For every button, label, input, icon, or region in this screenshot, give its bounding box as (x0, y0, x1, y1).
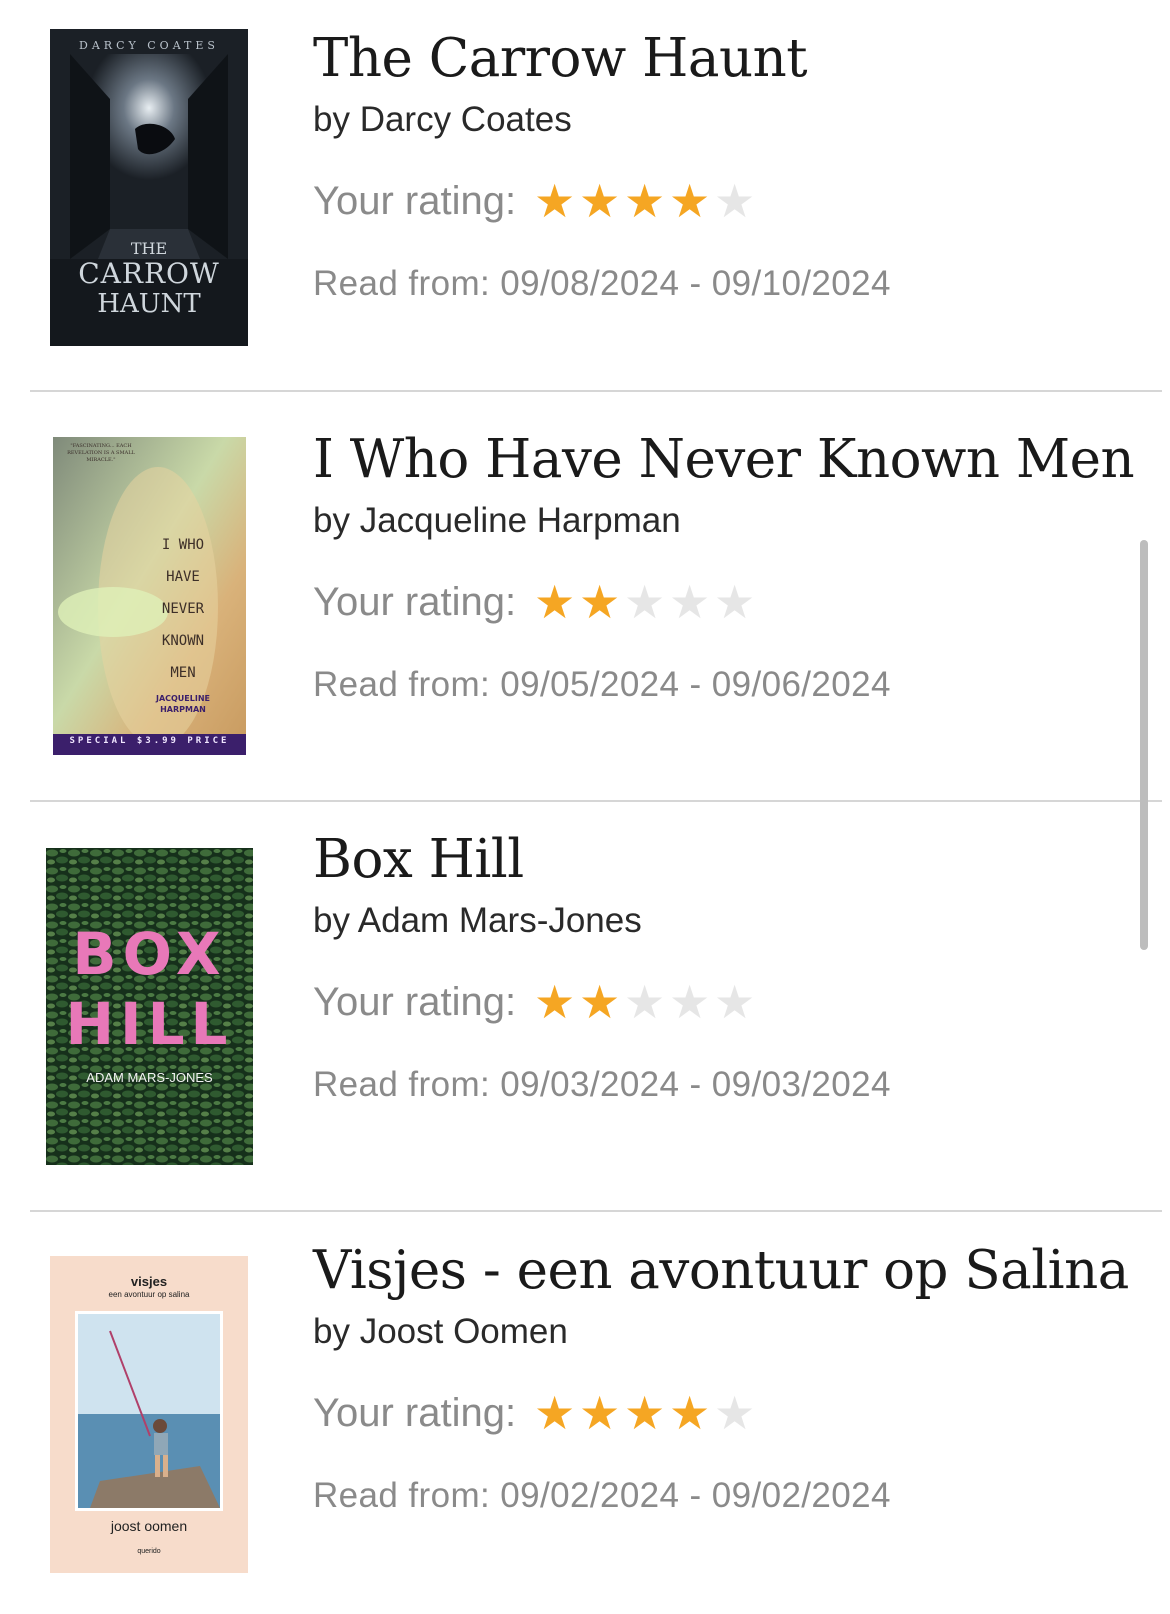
star-rating[interactable]: ★ ★ ★ ★ ★ (532, 1390, 757, 1436)
star-empty-icon[interactable]: ★ (667, 579, 712, 625)
star-empty-icon[interactable]: ★ (712, 579, 757, 625)
star-empty-icon[interactable]: ★ (622, 579, 667, 625)
cover-author: ADAM MARS-JONES (86, 1070, 213, 1085)
cover-word: NEVER (161, 601, 205, 617)
book-cover-visjes[interactable]: visjes een avontuur op salina joost oome… (50, 1256, 248, 1573)
cover-title-line1: BOX (72, 920, 227, 988)
star-empty-icon[interactable]: ★ (622, 979, 667, 1025)
rating-row: Your rating: ★ ★ ★ ★ ★ (313, 178, 757, 224)
book-author[interactable]: by Darcy Coates (313, 100, 572, 140)
scrollbar[interactable] (1140, 540, 1148, 950)
book-row[interactable]: "FASCINATING... EACH REVELATION IS A SMA… (0, 392, 1170, 800)
star-filled-icon[interactable]: ★ (577, 979, 622, 1025)
cover-author: joost oomen (110, 1518, 188, 1534)
book-author[interactable]: by Jacqueline Harpman (313, 501, 681, 541)
book-title[interactable]: Box Hill (313, 829, 524, 890)
rating-row: Your rating: ★ ★ ★ ★ ★ (313, 1390, 757, 1436)
star-empty-icon[interactable]: ★ (712, 1390, 757, 1436)
book-author[interactable]: by Joost Oomen (313, 1312, 568, 1352)
book-author[interactable]: by Adam Mars-Jones (313, 901, 642, 941)
read-dates: Read from: 09/03/2024 - 09/03/2024 (313, 1065, 891, 1104)
cover-author: DARCY COATES (79, 39, 219, 52)
cover-word: MEN (170, 665, 196, 681)
cover-word: I WHO (161, 537, 205, 553)
star-filled-icon[interactable]: ★ (622, 178, 667, 224)
book-title[interactable]: The Carrow Haunt (313, 28, 808, 89)
cover-title-line2: CARROW (78, 257, 220, 290)
cover-banner: SPECIAL $3.99 PRICE (69, 736, 230, 746)
rating-label: Your rating: (313, 579, 517, 624)
book-row[interactable]: BOX HILL ADAM MARS-JONES Box Hill by Ada… (0, 802, 1170, 1210)
star-rating[interactable]: ★ ★ ★ ★ ★ (532, 979, 757, 1025)
star-filled-icon[interactable]: ★ (667, 1390, 712, 1436)
star-rating[interactable]: ★ ★ ★ ★ ★ (532, 178, 757, 224)
star-filled-icon[interactable]: ★ (577, 579, 622, 625)
cover-title-words: I WHO HAVE NEVER KNOWN MEN (153, 529, 213, 689)
book-cover-carrow-haunt[interactable]: DARCY COATES THE CARROW HAUNT (50, 29, 248, 346)
star-filled-icon[interactable]: ★ (532, 1390, 577, 1436)
book-row[interactable]: visjes een avontuur op salina joost oome… (0, 1212, 1170, 1614)
cover-author: JACQUELINE HARPMAN (155, 694, 211, 714)
star-filled-icon[interactable]: ★ (577, 1390, 622, 1436)
read-dates: Read from: 09/08/2024 - 09/10/2024 (313, 264, 891, 303)
cover-art (53, 437, 246, 755)
book-cover-i-who-have-never-known-men[interactable]: "FASCINATING... EACH REVELATION IS A SMA… (53, 437, 246, 755)
star-filled-icon[interactable]: ★ (532, 979, 577, 1025)
cover-word: HAVE (166, 569, 200, 585)
star-rating[interactable]: ★ ★ ★ ★ ★ (532, 579, 757, 625)
cover-word: KNOWN (161, 633, 205, 649)
cover-quote: "FASCINATING... EACH REVELATION IS A SMA… (67, 443, 135, 463)
star-empty-icon[interactable]: ★ (712, 178, 757, 224)
book-title[interactable]: I Who Have Never Known Men (313, 429, 1135, 490)
star-empty-icon[interactable]: ★ (667, 979, 712, 1025)
cover-publisher: querido (137, 1548, 161, 1555)
star-filled-icon[interactable]: ★ (532, 579, 577, 625)
rating-row: Your rating: ★ ★ ★ ★ ★ (313, 579, 757, 625)
star-filled-icon[interactable]: ★ (577, 178, 622, 224)
star-filled-icon[interactable]: ★ (667, 178, 712, 224)
rating-label: Your rating: (313, 178, 517, 223)
cover-title-line1: THE (130, 239, 168, 258)
cover-title-line2: HILL (65, 990, 234, 1058)
cover-title: visjes (130, 1274, 168, 1289)
rating-label: Your rating: (313, 979, 517, 1024)
book-cover-box-hill[interactable]: BOX HILL ADAM MARS-JONES (46, 848, 253, 1165)
read-dates: Read from: 09/02/2024 - 09/02/2024 (313, 1476, 891, 1515)
star-filled-icon[interactable]: ★ (622, 1390, 667, 1436)
star-filled-icon[interactable]: ★ (532, 178, 577, 224)
cover-title-line3: HAUNT (97, 289, 201, 319)
book-row[interactable]: DARCY COATES THE CARROW HAUNT The Carrow… (0, 0, 1170, 390)
rating-row: Your rating: ★ ★ ★ ★ ★ (313, 979, 757, 1025)
book-title[interactable]: Visjes - een avontuur op Salina (313, 1240, 1129, 1301)
cover-subtitle: een avontuur op salina (108, 1290, 190, 1299)
star-empty-icon[interactable]: ★ (712, 979, 757, 1025)
rating-label: Your rating: (313, 1390, 517, 1435)
read-dates: Read from: 09/05/2024 - 09/06/2024 (313, 665, 891, 704)
